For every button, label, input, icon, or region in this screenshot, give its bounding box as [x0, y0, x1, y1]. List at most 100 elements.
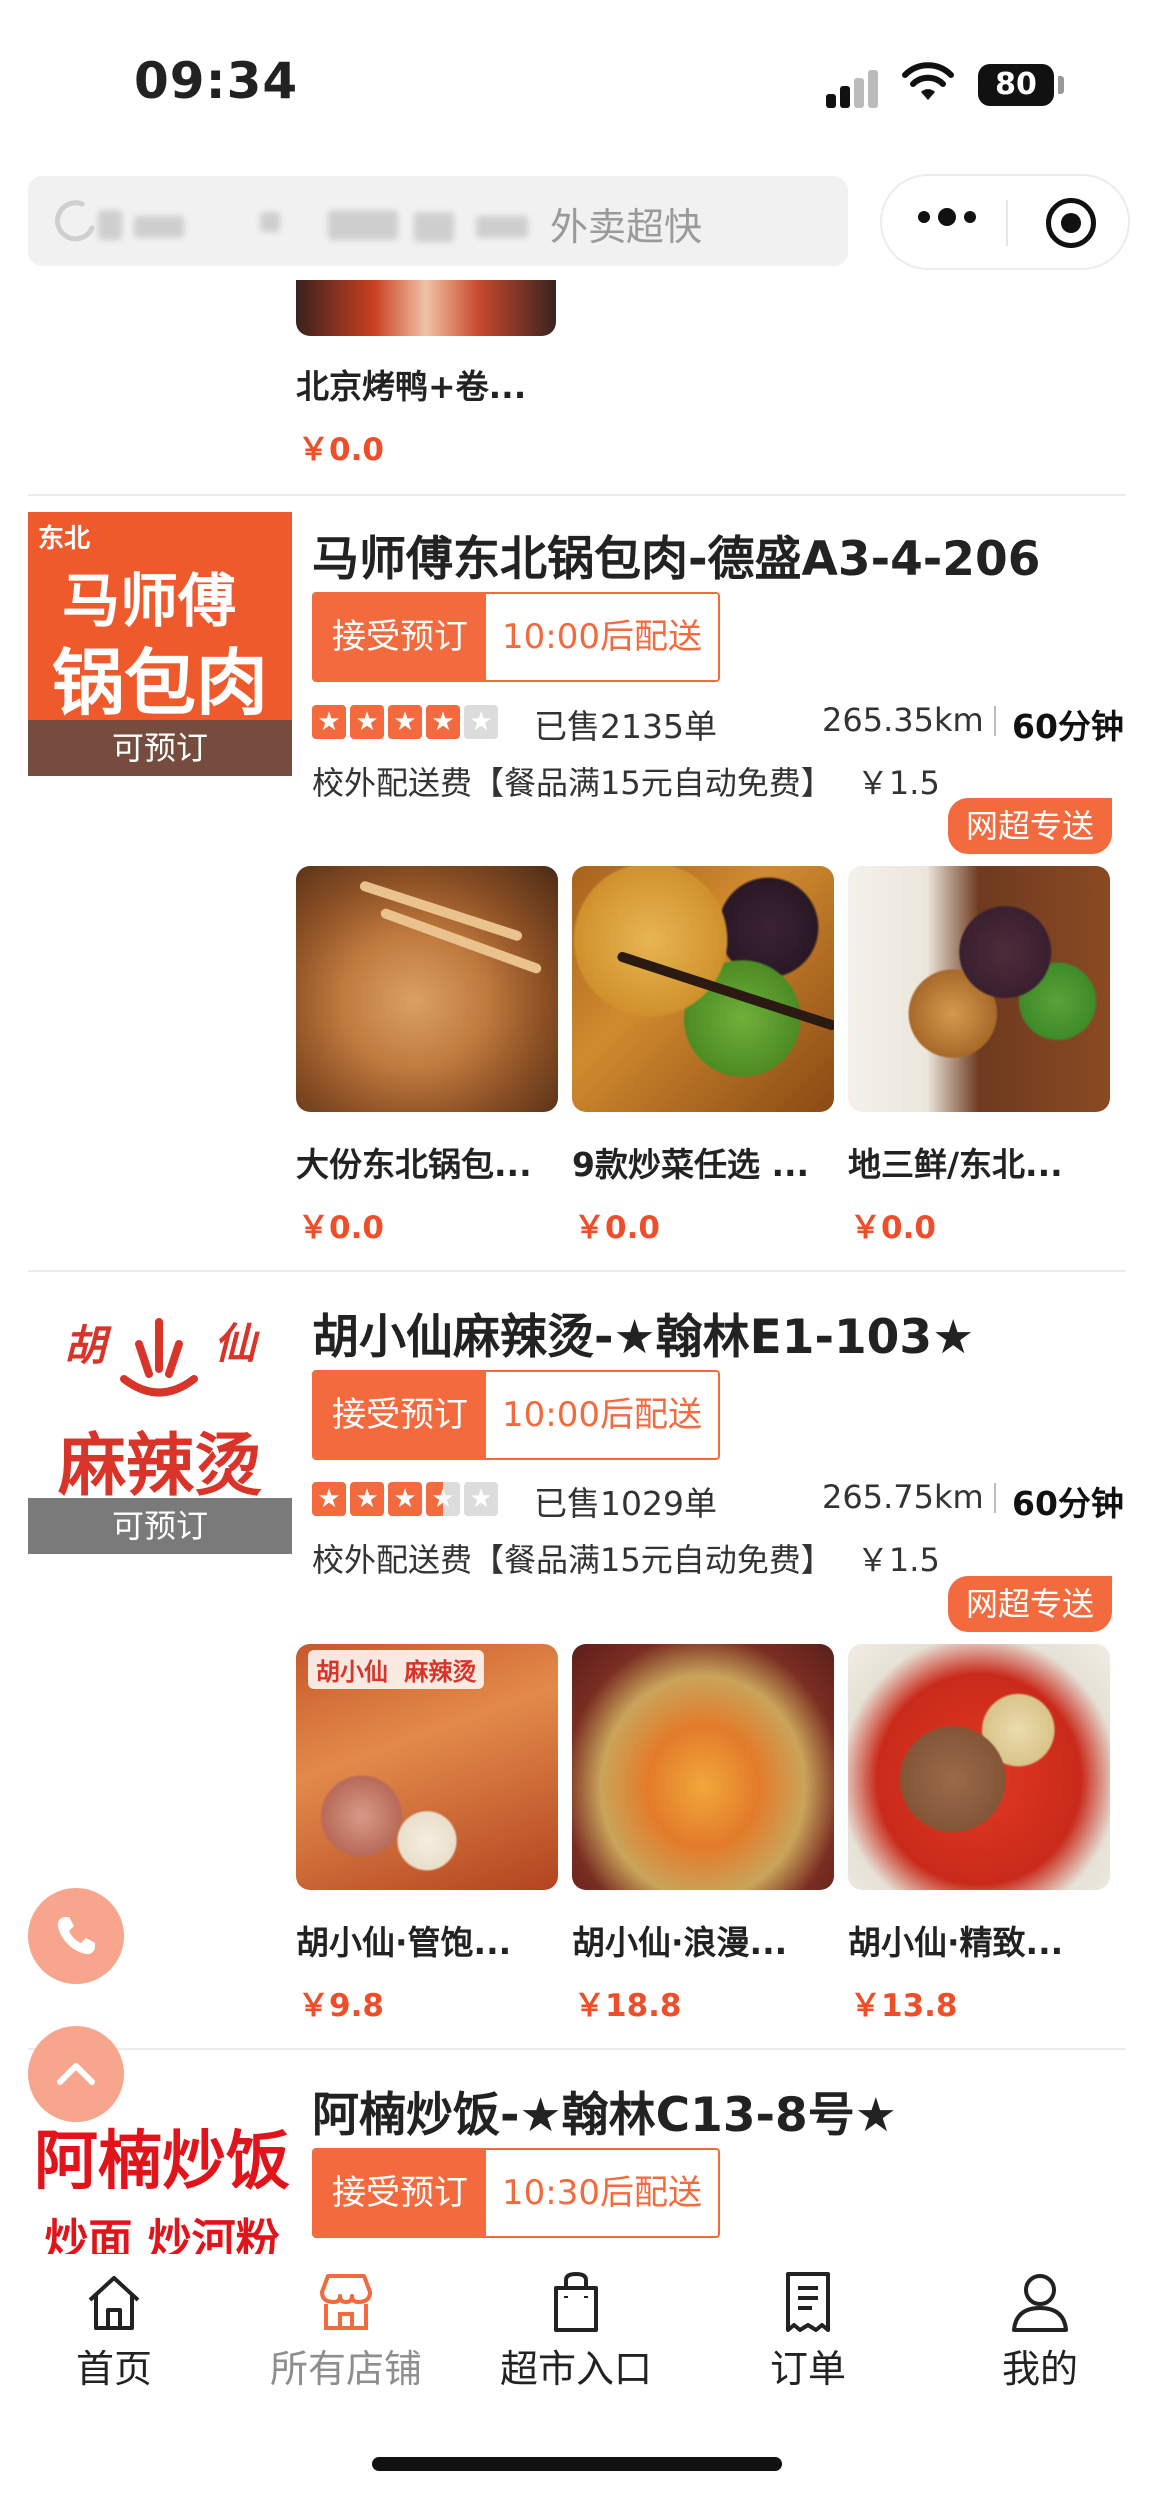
star-icon: ★ — [388, 705, 422, 739]
rating-stars: ★ ★ ★ ★ ★ — [312, 705, 498, 739]
delivery-time: 60分钟 — [1012, 707, 1124, 746]
shop-logo-text: 仙 — [214, 1319, 257, 1368]
battery-indicator: 80 — [978, 64, 1054, 106]
item-name[interactable]: 胡小仙·浪漫... — [572, 1916, 787, 1964]
preorder-badge: 可预订 — [28, 1498, 292, 1554]
more-dots-icon[interactable] — [918, 208, 976, 226]
express-badge: 网超专送 — [948, 1576, 1113, 1632]
shop-logo-text: 阿楠炒饭 — [34, 2125, 290, 2199]
express-badge: 网超专送 — [948, 798, 1113, 854]
shop-logo-text: 炒面 炒河粉 — [44, 2215, 280, 2254]
item-price: ￥0.0 — [574, 1210, 660, 1246]
scroll-top-button[interactable] — [28, 2026, 124, 2122]
divider — [28, 1270, 1126, 1272]
redacted-text — [260, 212, 280, 232]
star-icon: ★ — [464, 1482, 498, 1516]
item-price: ￥13.8 — [850, 1988, 958, 2024]
shop-name[interactable]: 马师傅东北锅包肉-德盛A3-4-206 — [312, 520, 1040, 589]
redacted-text — [414, 212, 454, 242]
item-price: ￥0.0 — [298, 432, 384, 468]
battery-cap — [1058, 76, 1064, 94]
status-time: 09:34 — [134, 52, 299, 110]
item-name[interactable]: 胡小仙·管饱... — [296, 1916, 511, 1964]
status-bar: 09:34 80 — [0, 0, 1153, 160]
item-name[interactable]: 大份东北锅包... — [296, 1138, 532, 1186]
nav-orders[interactable]: 订单 — [718, 2270, 898, 2393]
redacted-text — [328, 210, 398, 240]
delivery-fee-note: 校外配送费【餐品满15元自动免费】 ￥1.5 — [312, 758, 940, 804]
nav-profile[interactable]: 我的 — [950, 2270, 1130, 2393]
distance: 265.75km — [822, 1478, 984, 1516]
nav-home[interactable]: 首页 — [24, 2270, 204, 2393]
image-label: 胡小仙 麻辣烫 — [308, 1650, 485, 1689]
item-price: ￥18.8 — [574, 1988, 682, 2024]
nav-label: 超市入口 — [499, 2347, 652, 2391]
logo-emblem-icon — [120, 1318, 198, 1397]
food-image[interactable] — [296, 280, 556, 336]
item-name[interactable]: 9款炒菜任选 ... — [572, 1138, 809, 1186]
phone-icon — [57, 1917, 95, 1955]
home-icon — [88, 2276, 140, 2330]
food-image[interactable] — [848, 1644, 1110, 1890]
food-image[interactable] — [572, 866, 834, 1112]
shopping-bag-icon — [554, 2272, 598, 2332]
item-price: ￥9.8 — [298, 1988, 384, 2024]
tag-accept-preorder: 接受预订 — [314, 594, 486, 680]
target-icon[interactable] — [1046, 198, 1096, 248]
order-tags: 接受预订 10:30后配送 — [312, 2148, 720, 2238]
star-icon: ★ — [464, 705, 498, 739]
miniprogram-capsule — [880, 174, 1130, 270]
divider — [994, 706, 996, 736]
signal-icon — [826, 70, 884, 108]
home-indicator[interactable] — [372, 2457, 782, 2471]
item-price: ￥0.0 — [850, 1210, 936, 1246]
item-name[interactable]: 北京烤鸭+卷... — [296, 360, 526, 408]
shop-logo[interactable]: 东北 马师傅 锅包肉 可预订 — [28, 512, 292, 776]
delivery-time: 60分钟 — [1012, 1484, 1124, 1523]
shop-logo-text: 胡 — [64, 1321, 107, 1370]
item-name[interactable]: 地三鲜/东北... — [848, 1138, 1063, 1186]
food-image[interactable]: 胡小仙 麻辣烫 — [296, 1644, 558, 1890]
divider — [994, 1483, 996, 1513]
tag-delivery-time: 10:00后配送 — [486, 594, 718, 680]
divider — [28, 494, 1126, 496]
image-label-text: 胡小仙 — [316, 1658, 388, 1686]
preorder-badge: 可预订 — [28, 720, 292, 776]
shop-name[interactable]: 阿楠炒饭-★翰林C13-8号★ — [312, 2076, 897, 2145]
redacted-text — [98, 210, 122, 240]
star-icon: ★ — [312, 705, 346, 739]
wifi-icon — [902, 62, 954, 100]
tag-delivery-time: 10:00后配送 — [486, 1372, 718, 1458]
star-icon: ★ — [388, 1482, 422, 1516]
search-bar[interactable]: 外卖超快 — [28, 176, 848, 266]
back-arrow-icon[interactable] — [52, 198, 98, 244]
item-price: ￥0.0 — [298, 1210, 384, 1246]
nav-all-stores[interactable]: 所有店铺 — [256, 2270, 436, 2393]
order-tags: 接受预订 10:00后配送 — [312, 1370, 720, 1460]
search-placeholder: 外卖超快 — [550, 205, 703, 249]
store-icon — [320, 2274, 372, 2330]
food-image[interactable] — [296, 866, 558, 1112]
phone-button[interactable] — [28, 1888, 124, 1984]
sold-count: 已售1029单 — [534, 1484, 717, 1523]
nav-supermarket[interactable]: 超市入口 — [486, 2270, 666, 2393]
shop-logo[interactable]: 胡 仙 麻辣烫 可预订 — [28, 1290, 292, 1554]
scroll-top-icon — [57, 2063, 95, 2085]
fee-text: 校外配送费【餐品满15元自动免费】 — [312, 764, 833, 802]
image-label-text: 麻辣烫 — [404, 1658, 477, 1686]
tag-accept-preorder: 接受预订 — [314, 2150, 486, 2236]
star-icon: ★ — [426, 705, 460, 739]
shop-logo-text: 东北 — [38, 524, 91, 554]
shop-name[interactable]: 胡小仙麻辣烫-★翰林E1-103★ — [312, 1298, 974, 1367]
shop-logo-text: 锅包肉 — [51, 641, 268, 725]
tag-accept-preorder: 接受预订 — [314, 1372, 486, 1458]
food-image[interactable] — [572, 1644, 834, 1890]
item-name[interactable]: 胡小仙·精致... — [848, 1916, 1063, 1964]
fee-amount: ￥1.5 — [856, 1541, 940, 1579]
fee-amount: ￥1.5 — [856, 764, 940, 802]
star-icon: ★ — [350, 1482, 384, 1516]
star-icon: ★ — [350, 705, 384, 739]
food-image[interactable] — [848, 866, 1110, 1112]
shop-logo-text: 麻辣烫 — [57, 1427, 262, 1506]
rating-stars: ★ ★ ★ ★ ★ — [312, 1482, 498, 1516]
